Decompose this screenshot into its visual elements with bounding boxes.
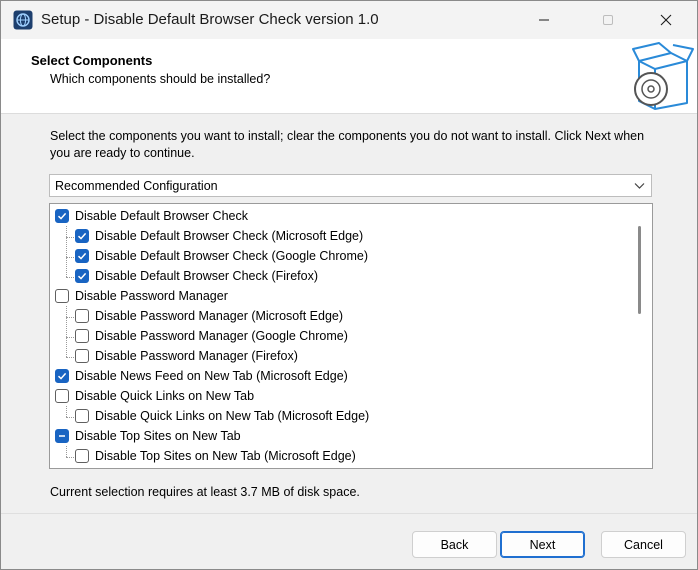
tree-line xyxy=(66,237,74,238)
back-button[interactable]: Back xyxy=(412,531,497,558)
maximize-icon xyxy=(603,15,613,25)
dash-icon xyxy=(59,435,65,437)
tree-line xyxy=(66,417,74,418)
component-item[interactable]: Disable Password Manager (Microsoft Edge… xyxy=(75,306,343,326)
component-item[interactable]: Disable Top Sites on New Tab (Microsoft … xyxy=(75,446,356,466)
checkbox-checked[interactable] xyxy=(55,209,69,223)
component-item[interactable]: Disable Default Browser Check (Microsoft… xyxy=(75,226,363,246)
component-item[interactable]: Disable Top Sites on New Tab xyxy=(55,426,241,446)
component-label: Disable Quick Links on New Tab xyxy=(75,389,255,403)
checkbox-unchecked[interactable] xyxy=(75,309,89,323)
component-label: Disable Default Browser Check xyxy=(75,209,248,223)
header-divider xyxy=(1,113,697,114)
checkbox-unchecked[interactable] xyxy=(75,409,89,423)
title-bar[interactable]: Setup - Disable Default Browser Check ve… xyxy=(1,1,697,39)
component-label: Disable Quick Links on New Tab (Microsof… xyxy=(95,409,370,423)
check-icon xyxy=(57,372,67,380)
components-list[interactable]: Disable Default Browser Check Disable De… xyxy=(49,203,653,469)
component-label: Disable Password Manager xyxy=(75,289,228,303)
next-button[interactable]: Next xyxy=(500,531,585,558)
checkbox-partial[interactable] xyxy=(55,429,69,443)
maximize-button xyxy=(585,1,631,39)
tree-line xyxy=(66,337,74,338)
component-label: Disable Top Sites on New Tab (Microsoft … xyxy=(95,449,356,463)
checkbox-unchecked[interactable] xyxy=(55,289,69,303)
instructions-text: Select the components you want to instal… xyxy=(50,129,645,160)
setup-type-dropdown[interactable]: Recommended Configuration xyxy=(49,174,652,197)
check-icon xyxy=(77,272,87,280)
checkbox-checked[interactable] xyxy=(55,369,69,383)
tree-line xyxy=(66,277,74,278)
wizard-header: Select Components Which components shoul… xyxy=(1,39,697,113)
checkbox-unchecked[interactable] xyxy=(75,449,89,463)
setup-type-selected: Recommended Configuration xyxy=(55,179,218,193)
footer-divider xyxy=(1,513,697,514)
setup-app-icon xyxy=(13,10,33,30)
component-item[interactable]: Disable Default Browser Check xyxy=(55,206,248,226)
tree-line xyxy=(66,406,67,417)
scrollbar-thumb[interactable] xyxy=(638,226,641,314)
close-button[interactable] xyxy=(643,1,689,39)
tree-line xyxy=(66,357,74,358)
component-item[interactable]: Disable Password Manager (Google Chrome) xyxy=(75,326,348,346)
component-item[interactable]: Disable Quick Links on New Tab xyxy=(55,386,254,406)
minimize-icon xyxy=(539,19,549,21)
check-icon xyxy=(77,252,87,260)
component-item[interactable]: Disable Default Browser Check (Google Ch… xyxy=(75,246,368,266)
component-label: Disable Default Browser Check (Firefox) xyxy=(95,269,318,283)
checkbox-unchecked[interactable] xyxy=(55,389,69,403)
tree-line xyxy=(66,306,67,357)
component-label: Disable Top Sites on New Tab xyxy=(75,429,241,443)
checkbox-unchecked[interactable] xyxy=(75,329,89,343)
tree-line xyxy=(66,446,67,457)
component-label: Disable Password Manager (Google Chrome) xyxy=(95,329,348,343)
component-label: Disable Password Manager (Microsoft Edge… xyxy=(95,309,344,323)
chevron-down-icon xyxy=(634,183,645,189)
component-item[interactable]: Disable Password Manager (Firefox) xyxy=(75,346,298,366)
minimize-button[interactable] xyxy=(521,1,567,39)
component-label: Disable Default Browser Check (Microsoft… xyxy=(95,229,364,243)
window-title: Setup - Disable Default Browser Check ve… xyxy=(41,11,379,28)
tree-line xyxy=(66,457,74,458)
disk-space-text: Current selection requires at least 3.7 … xyxy=(50,485,360,499)
component-label: Disable Password Manager (Firefox) xyxy=(95,349,298,363)
check-icon xyxy=(57,212,67,220)
page-subtitle: Which components should be installed? xyxy=(50,72,271,86)
box-disc-icon xyxy=(632,42,694,110)
setup-window: Setup - Disable Default Browser Check ve… xyxy=(0,0,698,570)
component-item[interactable]: Disable Quick Links on New Tab (Microsof… xyxy=(75,406,369,426)
component-item[interactable]: Disable Default Browser Check (Firefox) xyxy=(75,266,318,286)
page-title: Select Components xyxy=(31,53,153,68)
close-icon xyxy=(660,14,672,26)
tree-line xyxy=(66,226,67,277)
checkbox-checked[interactable] xyxy=(75,249,89,263)
tree-line xyxy=(66,257,74,258)
checkbox-checked[interactable] xyxy=(75,229,89,243)
checkbox-checked[interactable] xyxy=(75,269,89,283)
component-label: Disable News Feed on New Tab (Microsoft … xyxy=(75,369,348,383)
component-label: Disable Default Browser Check (Google Ch… xyxy=(95,249,369,263)
cancel-button[interactable]: Cancel xyxy=(601,531,686,558)
tree-line xyxy=(66,317,74,318)
component-item[interactable]: Disable News Feed on New Tab (Microsoft … xyxy=(55,366,348,386)
check-icon xyxy=(77,232,87,240)
component-item[interactable]: Disable Password Manager xyxy=(55,286,228,306)
checkbox-unchecked[interactable] xyxy=(75,349,89,363)
